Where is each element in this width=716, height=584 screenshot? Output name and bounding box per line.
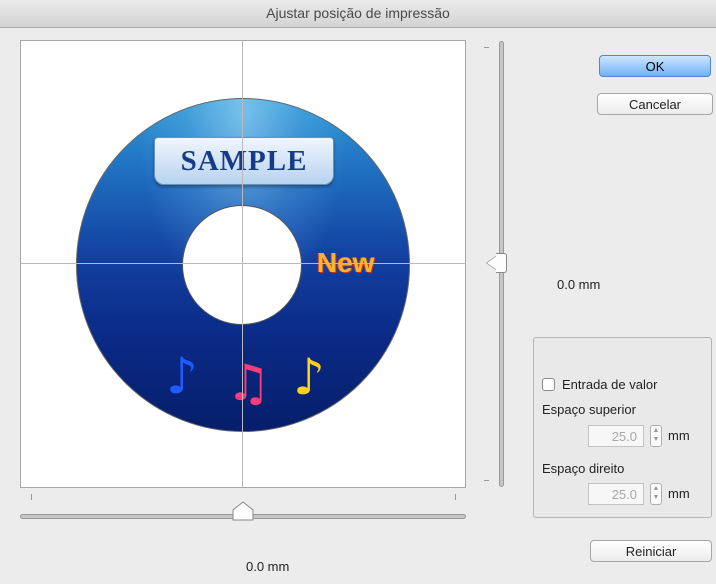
top-space-unit: mm — [668, 428, 690, 443]
horizontal-guide-line — [21, 263, 465, 264]
ok-button[interactable]: OK — [599, 55, 711, 77]
music-note-icon: ♪ — [166, 347, 198, 405]
top-space-stepper[interactable]: ▲ ▼ — [650, 425, 662, 447]
window-title: Ajustar posição de impressão — [0, 0, 716, 28]
vertical-offset-value: 0.0 mm — [557, 277, 601, 292]
value-entry-label: Entrada de valor — [562, 377, 658, 392]
right-space-field[interactable]: 25.0 — [588, 483, 644, 505]
music-note-icon: ♪ — [293, 348, 325, 406]
slider-tick — [484, 480, 489, 481]
slider-tick — [31, 494, 32, 500]
vertical-slider-thumb-body[interactable] — [496, 253, 507, 273]
right-space-unit: mm — [668, 486, 690, 501]
top-space-field[interactable]: 25.0 — [588, 425, 644, 447]
cancel-button[interactable]: Cancelar — [597, 93, 713, 115]
slider-tick — [484, 47, 489, 48]
music-notes-icon: ♫ — [226, 354, 271, 412]
right-space-stepper[interactable]: ▲ ▼ — [650, 483, 662, 505]
horizontal-offset-value: 0.0 mm — [246, 559, 290, 574]
top-space-label: Espaço superior — [542, 402, 636, 417]
slider-tick — [455, 494, 456, 500]
right-space-label: Espaço direito — [542, 461, 625, 476]
vertical-guide-line — [242, 41, 243, 487]
reset-button[interactable]: Reiniciar — [590, 540, 712, 562]
print-preview-area: SAMPLE New ♪ ♫ ♪ — [20, 40, 466, 488]
horizontal-slider-thumb[interactable] — [232, 501, 254, 521]
sample-banner: SAMPLE — [154, 137, 334, 185]
value-entry-checkbox[interactable] — [542, 378, 555, 391]
